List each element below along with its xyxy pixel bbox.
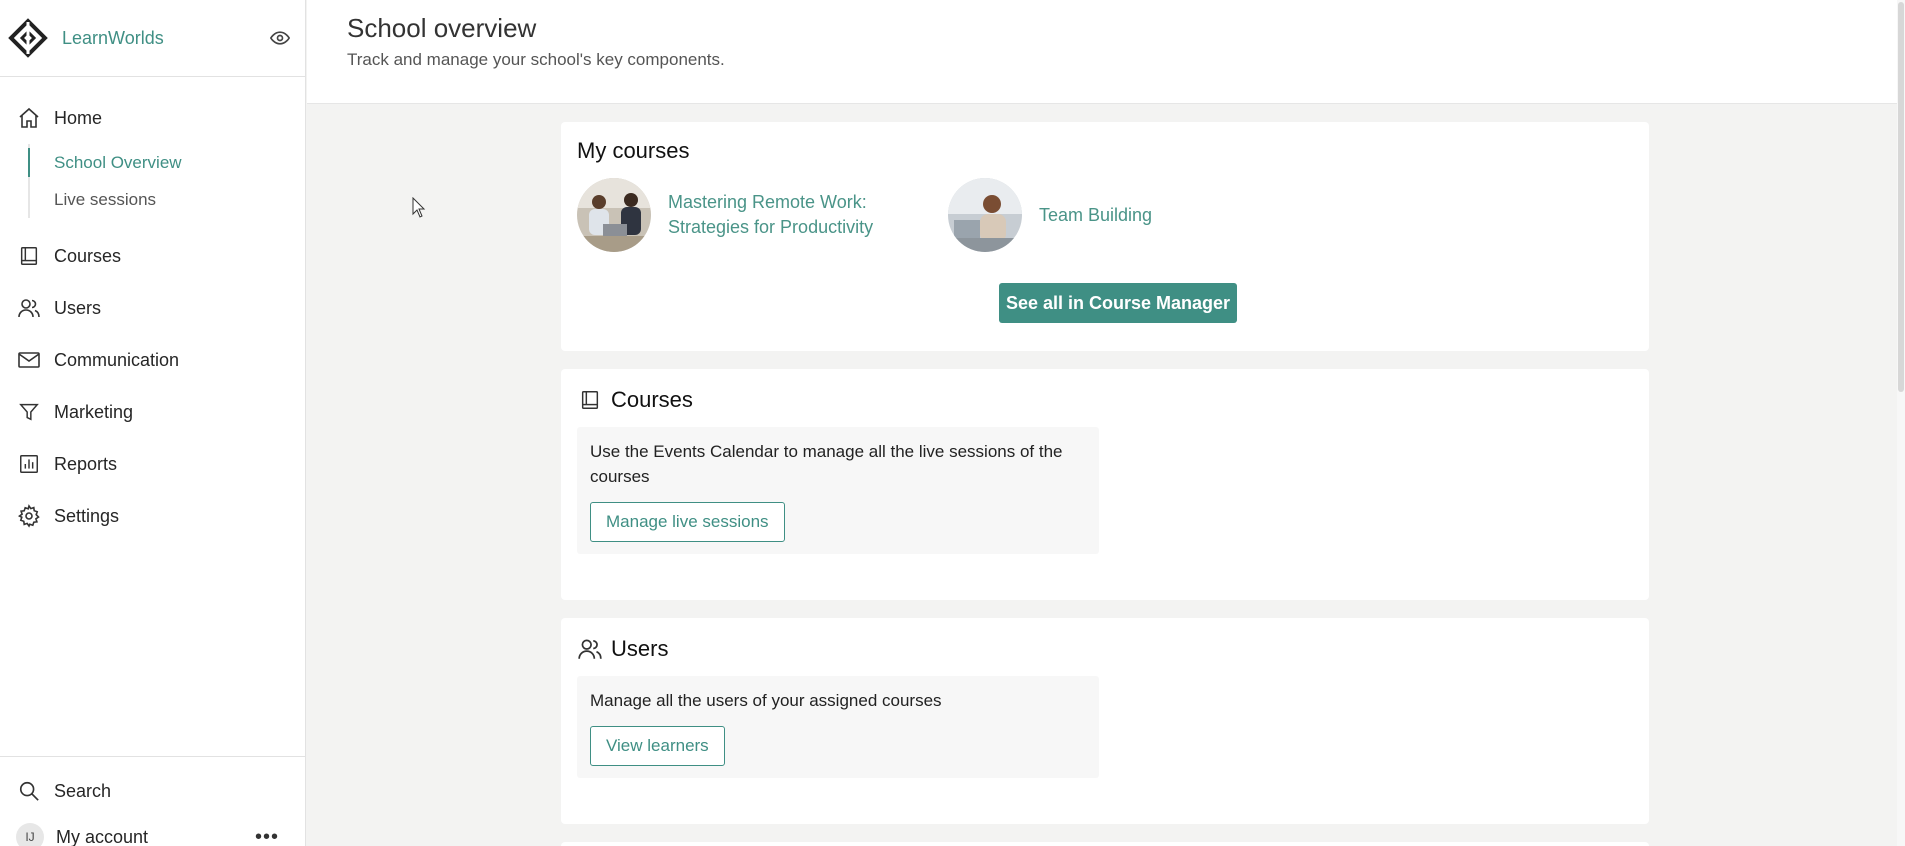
nav-communication-label: Communication [54, 349, 180, 370]
brand-name[interactable]: LearnWorlds [62, 28, 269, 49]
nav-search[interactable]: Search [0, 767, 305, 815]
nav-my-account-label: My account [56, 826, 149, 846]
course-thumbnail[interactable] [948, 178, 1022, 252]
brand-header: LearnWorlds [0, 0, 305, 77]
nav-marketing-label: Marketing [54, 401, 134, 422]
users-card-header: Users [577, 636, 1633, 662]
courses-info-box: Use the Events Calendar to manage all th… [577, 427, 1099, 554]
bar-chart-icon [16, 451, 42, 477]
learnworlds-logo-icon[interactable] [8, 18, 48, 58]
course-name[interactable]: Team Building [1039, 203, 1279, 228]
see-all-course-manager-button[interactable]: See all in Course Manager [999, 283, 1237, 323]
my-courses-list: Mastering Remote Work: Strategies for Pr… [577, 178, 1633, 252]
nav-search-label: Search [54, 780, 112, 801]
nav-my-account[interactable]: IJ My account ••• [0, 815, 305, 846]
users-info-box: Manage all the users of your assigned co… [577, 676, 1099, 778]
course-card-team-building[interactable]: Team Building [948, 178, 1279, 252]
nav-settings[interactable]: Settings [0, 490, 305, 542]
nav-home-label: Home [54, 107, 103, 128]
page-title: School overview [347, 13, 537, 43]
courses-card-header: Courses [577, 387, 1633, 413]
mouse-cursor-icon [412, 197, 426, 218]
course-name[interactable]: Mastering Remote Work: Strategies for Pr… [668, 190, 908, 240]
courses-card-title: Courses [611, 387, 693, 412]
home-subnav: School Overview Live sessions [28, 144, 305, 218]
preview-eye-icon[interactable] [269, 27, 291, 49]
users-description: Manage all the users of your assigned co… [590, 691, 942, 710]
subnav-school-overview[interactable]: School Overview [28, 144, 305, 181]
my-courses-title: My courses [577, 138, 690, 163]
my-courses-card: My courses Mastering Remote Work: Strate… [561, 122, 1649, 351]
page-scrollbar[interactable] [1897, 0, 1905, 846]
funnel-icon [16, 399, 42, 425]
sidebar-bottom: Search IJ My account ••• [0, 756, 305, 846]
scrollbar-thumb[interactable] [1898, 2, 1904, 392]
more-options-icon[interactable]: ••• [255, 826, 279, 846]
nav-courses[interactable]: Courses [0, 230, 305, 282]
search-icon [16, 778, 42, 804]
subnav-live-sessions[interactable]: Live sessions [30, 181, 305, 218]
sidebar: LearnWorlds Home School Overview Live se… [0, 0, 306, 846]
users-icon [16, 295, 42, 321]
main-nav: Home School Overview Live sessions Cours… [0, 92, 305, 542]
nav-communication[interactable]: Communication [0, 334, 305, 386]
nav-home[interactable]: Home [0, 92, 305, 144]
nav-settings-label: Settings [54, 505, 120, 526]
view-learners-button[interactable]: View learners [590, 726, 725, 766]
book-icon [16, 243, 42, 269]
mail-icon [16, 347, 42, 373]
gear-icon [16, 503, 42, 529]
home-icon [16, 105, 42, 131]
manage-live-sessions-button[interactable]: Manage live sessions [590, 502, 785, 542]
users-card: Users Manage all the users of your assig… [561, 618, 1649, 824]
book-icon [577, 387, 603, 413]
nav-reports[interactable]: Reports [0, 438, 305, 490]
users-icon [577, 636, 603, 662]
nav-marketing[interactable]: Marketing [0, 386, 305, 438]
course-card-remote-work[interactable]: Mastering Remote Work: Strategies for Pr… [577, 178, 908, 252]
nav-courses-label: Courses [54, 245, 122, 266]
next-card-partial [561, 842, 1649, 846]
page-subtitle: Track and manage your school's key compo… [347, 50, 725, 69]
users-card-title: Users [611, 636, 669, 661]
course-thumbnail[interactable] [577, 178, 651, 252]
nav-users[interactable]: Users [0, 282, 305, 334]
page-header: School overview Track and manage your sc… [307, 0, 1905, 104]
avatar: IJ [16, 823, 44, 846]
courses-card: Courses Use the Events Calendar to manag… [561, 369, 1649, 600]
courses-description: Use the Events Calendar to manage all th… [590, 442, 1063, 486]
nav-reports-label: Reports [54, 453, 118, 474]
nav-users-label: Users [54, 297, 102, 318]
